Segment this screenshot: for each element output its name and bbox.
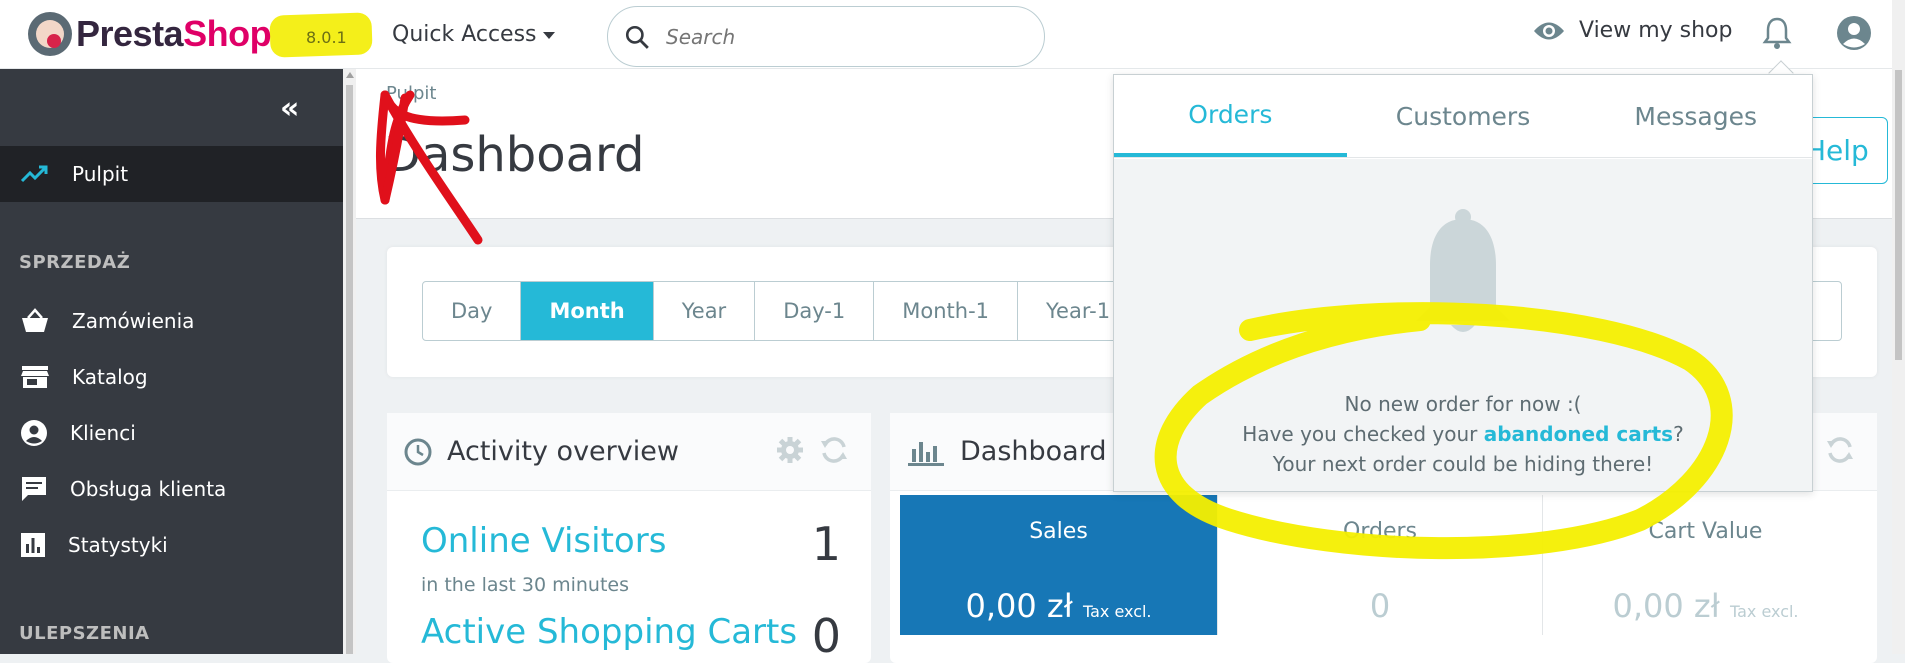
version-label: 8.0.1 [306,28,347,47]
refresh-icon[interactable] [1825,435,1855,465]
period-button-group: Day Month Year Day-1 Month-1 Year-1 [422,281,1140,341]
search-input[interactable] [666,24,1006,49]
page-scrollbar[interactable] [1892,0,1905,654]
active-carts-value: 0 [811,609,841,663]
top-bar: PrestaShop 8.0.1 Quick Access View my sh… [0,0,1905,69]
online-visitors-subtitle: in the last 30 minutes [421,574,630,596]
quick-access-dropdown[interactable]: Quick Access [392,22,555,47]
collapse-sidebar-icon[interactable]: « [280,91,300,126]
search-box[interactable] [607,6,1045,67]
kpi-sales[interactable]: Sales 0,00 zł Tax excl. [900,495,1218,635]
period-month-minus-1-button[interactable]: Month-1 [874,282,1019,340]
sidebar-item-stats[interactable]: Statystyki [0,519,343,571]
no-orders-message: No new order for now :( Have you checked… [1242,392,1684,476]
notifications-dropdown: Orders Customers Messages No new order f… [1113,74,1813,492]
store-icon [21,366,49,388]
basket-icon [22,308,48,332]
tab-customers[interactable]: Customers [1347,75,1580,157]
activity-tools [775,435,849,465]
abandoned-carts-link[interactable]: abandoned carts [1484,422,1673,446]
notification-body: No new order for now :( Have you checked… [1114,159,1812,491]
gear-icon[interactable] [775,435,805,465]
section-improvements-heading: ULEPSZENIA [19,623,150,644]
bar-chart-icon [21,533,45,557]
period-day-minus-1-button[interactable]: Day-1 [755,282,875,340]
chevron-down-icon [542,31,555,39]
kpi-row: Sales 0,00 zł Tax excl. Orders 0 Cart Va… [900,495,1868,635]
kpi-orders[interactable]: Orders 0 [1218,495,1543,635]
puffin-logo-icon [28,12,72,56]
breadcrumb[interactable]: Pulpit [386,83,436,104]
search-icon [625,25,649,49]
sidebar-item-customers[interactable]: Klienci [0,407,343,459]
clock-icon [404,438,432,465]
period-day-button[interactable]: Day [423,282,522,340]
activity-overview-panel: Activity overview Online Visitors 1 in t… [387,413,871,663]
user-account-icon[interactable] [1836,15,1872,55]
chat-icon [22,477,46,501]
logo-text: PrestaShop [76,13,272,54]
sidebar-scrollbar[interactable] [343,69,356,654]
sidebar-item-pulpit[interactable]: Pulpit [0,146,343,202]
period-year-button[interactable]: Year [654,282,756,340]
account-circle-icon [21,420,47,446]
sidebar-item-customer-service[interactable]: Obsługa klienta [0,463,343,515]
kpi-cart-value[interactable]: Cart Value 0,00 zł Tax excl. [1543,495,1868,635]
page-title: Dashboard [384,127,645,183]
tab-orders[interactable]: Orders [1114,75,1347,157]
online-visitors-link[interactable]: Online Visitors [421,521,666,561]
period-month-button[interactable]: Month [521,282,654,340]
bar-chart-icon [908,441,944,466]
eye-icon [1534,22,1564,39]
prestashop-logo[interactable]: PrestaShop [28,12,272,56]
sidebar-item-catalog[interactable]: Katalog [0,351,343,403]
section-sales-heading: SPRZEDAŻ [19,252,131,273]
sidebar: « Pulpit SPRZEDAŻ Zamówienia Katalog Kli… [0,69,343,654]
tab-messages[interactable]: Messages [1579,75,1812,157]
refresh-icon[interactable] [819,435,849,465]
online-visitors-value: 1 [811,517,841,571]
trending-up-icon [20,165,48,183]
sidebar-item-orders[interactable]: Zamówienia [0,295,343,347]
notification-tabs: Orders Customers Messages [1114,75,1812,158]
notifications-bell-icon[interactable] [1762,16,1792,54]
view-my-shop-link[interactable]: View my shop [1533,18,1732,43]
bell-icon [1416,209,1510,332]
active-carts-link[interactable]: Active Shopping Carts [421,612,797,652]
